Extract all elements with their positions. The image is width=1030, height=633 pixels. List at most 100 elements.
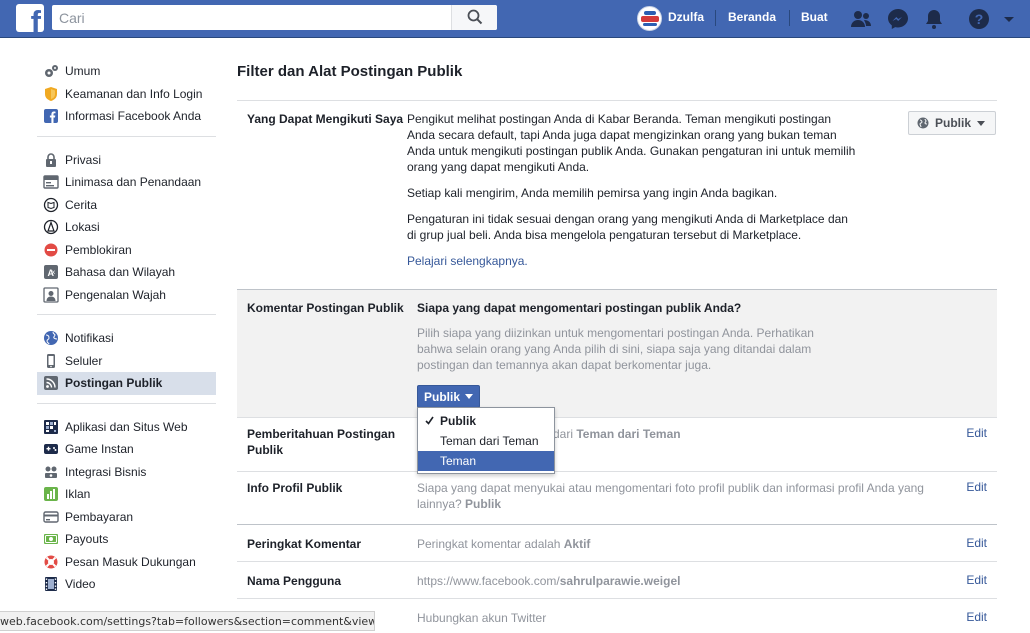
sidebar-item-cerita[interactable]: Cerita	[37, 194, 216, 217]
option-friends[interactable]: Teman	[418, 451, 554, 471]
public-post-comments-section: Komentar Postingan Publik Siapa yang dap…	[237, 290, 997, 418]
sidebar-item-label: Cerita	[65, 197, 98, 212]
page-title: Filter dan Alat Postingan Publik	[237, 63, 463, 80]
sidebar-group: Umum Keamanan dan Info Login Informasi Fac…	[37, 58, 216, 137]
search-button[interactable]	[451, 5, 497, 30]
comment-ranking-row: Peringkat Komentar Peringkat komentar ad…	[237, 525, 997, 562]
home-link[interactable]: Beranda	[728, 10, 776, 24]
search-icon	[467, 9, 483, 25]
profile-link[interactable]: Dzulfa	[668, 10, 704, 24]
notifications-edit-link[interactable]: Edit	[966, 426, 987, 440]
mobile-icon	[43, 353, 59, 369]
sidebar-item-pemblokiran[interactable]: Pemblokiran	[37, 239, 216, 262]
help-icon[interactable]: ?	[967, 7, 991, 31]
sidebar-group: Privasi Linimasa dan Penandaan Cerita Lokas…	[37, 147, 216, 315]
svg-text:x: x	[52, 270, 55, 276]
option-public[interactable]: Publik	[418, 411, 554, 431]
sidebar-item-linimasa-dan-penandaan[interactable]: Linimasa dan Penandaan	[37, 171, 216, 194]
sidebar-item-video[interactable]: Video	[37, 573, 216, 596]
comments-audience-label: Publik	[424, 389, 461, 404]
sidebar-item-label: Bahasa dan Wilayah	[65, 265, 176, 280]
followers-paragraph-1: Pengikut melihat postingan Anda di Kabar…	[407, 112, 856, 174]
ads-icon	[43, 486, 59, 502]
business-icon	[43, 464, 59, 480]
sidebar-item-payouts[interactable]: Payouts	[37, 528, 216, 551]
sidebar-item-label: Pesan Masuk Dukungan	[65, 554, 196, 569]
face-icon	[43, 287, 59, 303]
followers-paragraph-3: Pengaturan ini tidak sesuai dengan orang…	[407, 212, 848, 242]
sidebar-item-label: Lokasi	[65, 220, 100, 235]
checkmark-icon	[425, 416, 434, 425]
sidebar-item-notifikasi[interactable]: Notifikasi	[37, 327, 216, 350]
sidebar-item-umum[interactable]: Umum	[37, 60, 216, 83]
account-menu-caret-icon[interactable]	[1002, 7, 1016, 31]
book-icon	[43, 197, 59, 213]
sidebar-item-game-instan[interactable]: Game Instan	[37, 438, 216, 461]
sidebar-item-pengenalan-wajah[interactable]: Pengenalan Wajah	[37, 284, 216, 307]
public-profile-info-row: Info Profil Publik Siapa yang dapat meny…	[237, 472, 997, 525]
sidebar-item-label: Aplikasi dan Situs Web	[65, 419, 188, 434]
sidebar-item-label: Privasi	[65, 152, 102, 167]
learn-more-link[interactable]: Pelajari selengkapnya.	[407, 254, 528, 268]
card-icon	[43, 509, 59, 525]
sidebar-item-pesan-masuk-dukungan[interactable]: Pesan Masuk Dukungan	[37, 551, 216, 574]
avatar[interactable]	[637, 6, 662, 31]
notifications-bell-icon[interactable]	[922, 7, 946, 31]
twitter-edit-link[interactable]: Edit	[966, 610, 987, 624]
option-friends-of-friends-label: Teman dari Teman	[440, 434, 539, 448]
twitter-desc: Hubungkan akun Twitter	[417, 611, 547, 625]
sidebar-item-label: Notifikasi	[65, 331, 114, 346]
sidebar-item-integrasi-bisnis[interactable]: Integrasi Bisnis	[37, 461, 216, 484]
notifications-label: Pemberitahuan Postingan Publik	[247, 427, 396, 457]
sidebar-item-label: Keamanan dan Info Login	[65, 86, 203, 101]
sidebar-item-label: Payouts	[65, 532, 109, 547]
followers-label: Yang Dapat Mengikuti Saya	[247, 112, 404, 126]
block-icon	[43, 242, 59, 258]
search-box	[52, 5, 497, 30]
location-icon	[43, 219, 59, 235]
sidebar-item-postingan-publik[interactable]: Postingan Publik	[37, 372, 216, 395]
followers-paragraph-2: Setiap kali mengirim, Anda memilih pemir…	[407, 186, 778, 200]
sidebar-item-aplikasi-dan-situs-web[interactable]: Aplikasi dan Situs Web	[37, 416, 216, 439]
sidebar-item-lokasi[interactable]: Lokasi	[37, 216, 216, 239]
top-navigation-bar: f Dzulfa Beranda Buat ?	[0, 0, 1030, 38]
sidebar-item-label: Iklan	[65, 487, 91, 502]
username-edit-link[interactable]: Edit	[966, 573, 987, 587]
sidebar-item-keamanan-dan-info-login[interactable]: Keamanan dan Info Login	[37, 83, 216, 106]
comments-audience-dropdown: Publik Teman dari Teman Teman	[417, 407, 555, 474]
sidebar-item-seluler[interactable]: Seluler	[37, 350, 216, 373]
sidebar-item-label: Informasi Facebook Anda	[65, 109, 202, 124]
followers-section: Yang Dapat Mengikuti Saya Pengikut melih…	[237, 101, 997, 290]
shield-icon	[43, 86, 59, 102]
profile-info-edit-link[interactable]: Edit	[966, 480, 987, 494]
gears-icon	[43, 63, 59, 79]
option-friends-of-friends[interactable]: Teman dari Teman	[418, 431, 554, 451]
sidebar-item-informasi-facebook-anda[interactable]: Informasi Facebook Anda	[37, 105, 216, 128]
sidebar-item-label: Umum	[65, 64, 101, 79]
settings-sidebar: Umum Keamanan dan Info Login Informasi Fac…	[37, 58, 216, 614]
sidebar-item-pembayaran[interactable]: Pembayaran	[37, 506, 216, 529]
followers-audience-button[interactable]: Publik	[908, 111, 996, 135]
public-post-notifications-row: Pemberitahuan Postingan Publik dari dari…	[237, 418, 997, 472]
sidebar-item-iklan[interactable]: Iklan	[37, 483, 216, 506]
sidebar-item-label: Integrasi Bisnis	[65, 464, 147, 479]
comments-audience-button[interactable]: Publik	[417, 385, 480, 408]
sidebar-item-label: Pengenalan Wajah	[65, 287, 166, 302]
svg-text:?: ?	[975, 11, 984, 27]
sidebar-item-privasi[interactable]: Privasi	[37, 149, 216, 172]
facebook-logo-icon[interactable]: f	[16, 4, 44, 32]
sidebar-item-bahasa-dan-wilayah[interactable]: Ax Bahasa dan Wilayah	[37, 261, 216, 284]
friend-requests-icon[interactable]	[849, 7, 873, 31]
timeline-icon	[43, 174, 59, 190]
money-icon	[43, 531, 59, 547]
comment-ranking-edit-link[interactable]: Edit	[966, 536, 987, 550]
username-row: Nama Pengguna https://www.facebook.com/s…	[237, 562, 997, 599]
sidebar-item-label: Game Instan	[65, 442, 134, 457]
chevron-down-icon	[977, 120, 986, 126]
create-link[interactable]: Buat	[801, 10, 828, 24]
comment-ranking-desc-value: Aktif	[563, 537, 591, 551]
messenger-icon[interactable]	[886, 7, 910, 31]
search-input[interactable]	[52, 5, 452, 30]
option-friends-label: Teman	[440, 454, 477, 468]
sidebar-item-label: Linimasa dan Penandaan	[65, 175, 202, 190]
